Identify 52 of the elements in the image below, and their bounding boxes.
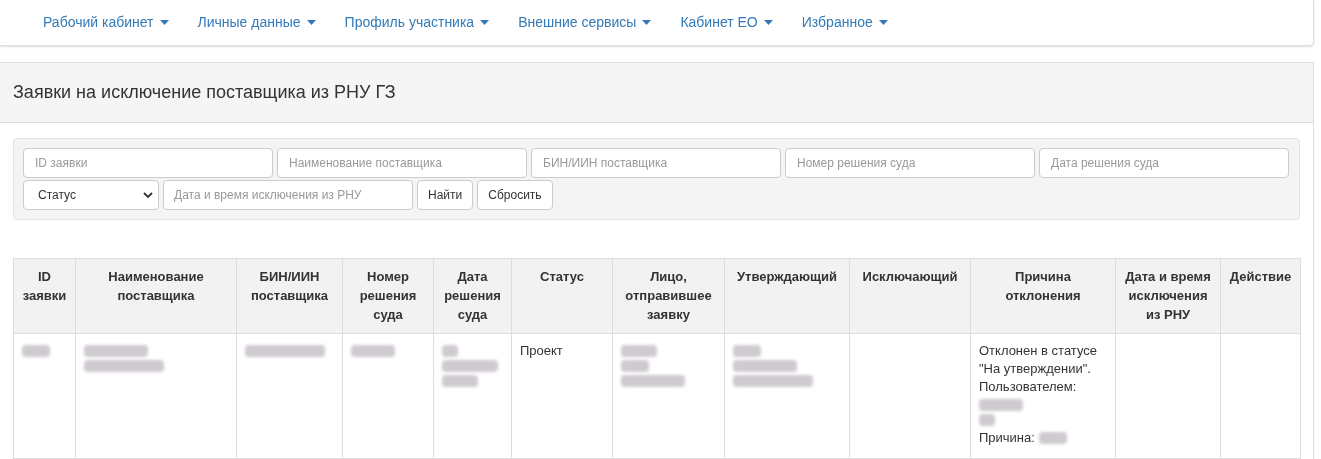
filter-input[interactable]: Дата решения суда — [1039, 148, 1289, 178]
caret-icon — [306, 20, 316, 25]
column-header: Наименование поставщика — [75, 258, 237, 334]
redacted-text — [84, 345, 148, 357]
redacted-text — [733, 360, 797, 372]
redacted-text — [22, 345, 50, 357]
redacted-text — [1038, 432, 1067, 444]
cell-text: Отклонен в статусе "На утверждении". Пользователем: — [979, 342, 1098, 396]
caret-icon — [763, 20, 773, 25]
reset-button[interactable]: Сбросить — [477, 180, 553, 210]
redacted-text — [733, 345, 761, 357]
caret-icon — [480, 20, 490, 25]
status-select[interactable]: Статус — [23, 180, 159, 210]
column-header: ID заявки — [13, 258, 76, 334]
redacted-text — [442, 360, 498, 372]
column-header: Исключающий — [849, 258, 971, 334]
column-header: Номер решения суда — [342, 258, 434, 334]
nav-menu-item[interactable]: Рабочий кабинет — [43, 12, 169, 33]
column-header: Дата решения суда — [433, 258, 512, 334]
date-input[interactable]: Дата и время исключения из РНУ — [163, 180, 413, 210]
redacted-text — [351, 345, 395, 357]
redacted-text — [621, 375, 685, 387]
nav-menu-item[interactable]: Личные данные — [197, 12, 316, 33]
redacted-text — [621, 360, 649, 372]
nav-menu-item[interactable]: Профиль участника — [344, 12, 490, 33]
cell-text: Причина: — [979, 429, 1035, 447]
caret-icon — [878, 20, 888, 25]
filter-input[interactable]: БИН/ИИН поставщика — [531, 148, 781, 178]
redacted-text — [979, 414, 995, 426]
column-header: БИН/ИИН поставщика — [236, 258, 343, 334]
column-header: Дата и время исключения из РНУ — [1115, 258, 1221, 334]
nav-menu-item[interactable]: Внешние сервисы — [518, 12, 652, 33]
filter-input[interactable]: Номер решения суда — [785, 148, 1035, 178]
nav-menu-item[interactable]: Кабинет ЕО — [680, 12, 773, 33]
filter-input[interactable]: ID заявки — [23, 148, 273, 178]
column-header: Действие — [1220, 258, 1301, 334]
filter-input[interactable]: Наименование поставщика — [277, 148, 527, 178]
nav-menu-item[interactable]: Избранное — [801, 12, 888, 33]
column-header: Лицо, отправившее заявку — [612, 258, 725, 334]
caret-icon — [159, 20, 169, 25]
caret-icon — [642, 20, 652, 25]
cell-text: Проект — [520, 342, 564, 360]
search-button[interactable]: Найти — [417, 180, 474, 210]
chevron-down-icon — [143, 191, 153, 199]
redacted-text — [442, 375, 478, 387]
redacted-text — [621, 345, 657, 357]
page-title: Заявки на исключение поставщика из РНУ ГЗ — [13, 81, 396, 104]
column-header: Причина отклонения — [970, 258, 1116, 334]
redacted-text — [979, 399, 1023, 411]
redacted-text — [442, 345, 458, 357]
column-header: Утверждающий — [724, 258, 850, 334]
column-header: Статус — [511, 258, 613, 334]
